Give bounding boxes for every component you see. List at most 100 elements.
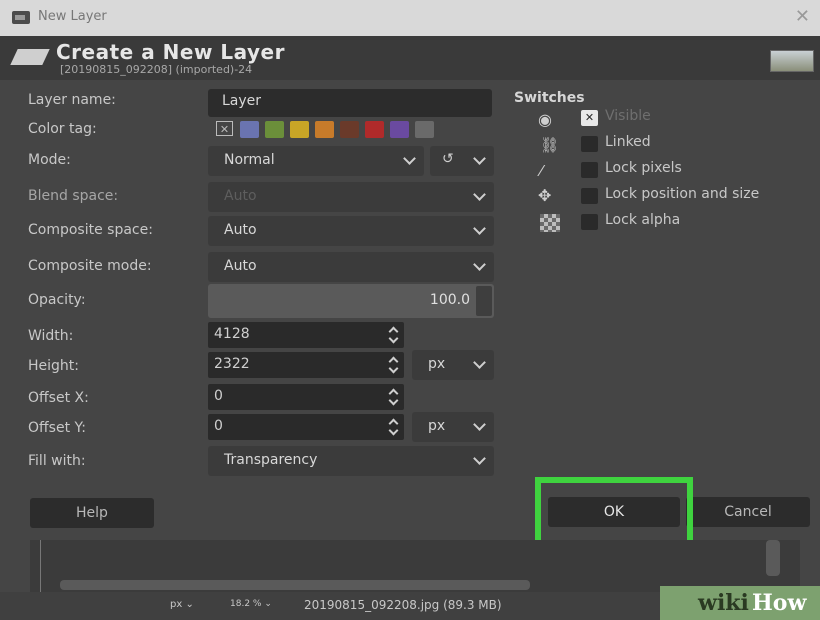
- window-title: New Layer: [38, 9, 107, 24]
- offset-y-label: Offset Y:: [28, 420, 86, 436]
- chevron-down-icon: [473, 356, 486, 369]
- composite-mode-value: Auto: [224, 258, 257, 274]
- spin-arrows-icon[interactable]: [476, 286, 492, 316]
- composite-mode-select[interactable]: Auto: [208, 252, 494, 282]
- mode-label: Mode:: [28, 152, 71, 168]
- offset-y-value: 0: [214, 418, 223, 434]
- layer-name-input[interactable]: Layer: [208, 89, 492, 117]
- lock-pixels-label: Lock pixels: [605, 160, 682, 176]
- watermark-how: How: [752, 590, 807, 616]
- opacity-label: Opacity:: [28, 292, 86, 308]
- height-value: 2322: [214, 356, 250, 372]
- chevron-down-icon: [473, 222, 486, 235]
- switches-heading: Switches: [514, 90, 585, 106]
- checkerboard-icon: [540, 214, 560, 232]
- color-tag-swatch[interactable]: [315, 121, 334, 138]
- unit-select[interactable]: px ⌄: [170, 599, 194, 610]
- lock-pixels-checkbox[interactable]: [581, 162, 598, 178]
- chevron-down-icon: [403, 152, 416, 165]
- chevron-down-icon: [473, 188, 486, 201]
- lock-alpha-checkbox[interactable]: [581, 214, 598, 230]
- cancel-button[interactable]: Cancel: [686, 497, 810, 527]
- reset-mode-icon: ↺: [442, 151, 454, 167]
- help-button[interactable]: Help: [30, 498, 154, 528]
- size-unit-value: px: [428, 356, 446, 372]
- zoom-select[interactable]: 18.2 % ⌄: [230, 599, 272, 609]
- image-thumbnail: [770, 50, 814, 72]
- width-label: Width:: [28, 328, 74, 344]
- width-value: 4128: [214, 326, 250, 342]
- fill-with-select[interactable]: Transparency: [208, 446, 494, 476]
- watermark-wiki: wiki: [698, 590, 749, 616]
- width-input[interactable]: 4128: [208, 322, 404, 348]
- composite-space-label: Composite space:: [28, 222, 153, 238]
- composite-mode-label: Composite mode:: [28, 258, 152, 274]
- color-tag-swatch[interactable]: [390, 121, 409, 138]
- visible-checkbox[interactable]: ✕: [581, 110, 598, 126]
- fill-with-label: Fill with:: [28, 453, 86, 469]
- color-tag-swatch[interactable]: [365, 121, 384, 138]
- color-tag-swatch[interactable]: [290, 121, 309, 138]
- fill-with-value: Transparency: [224, 452, 318, 468]
- offset-x-label: Offset X:: [28, 390, 89, 406]
- chain-icon: ⛓: [540, 136, 560, 154]
- chevron-down-icon: [473, 258, 486, 271]
- offset-unit-value: px: [428, 418, 446, 434]
- offset-y-input[interactable]: 0: [208, 414, 404, 440]
- new-layer-dialog: Create a New Layer [20190815_092208] (im…: [0, 36, 820, 620]
- window-titlebar: New Layer ✕: [0, 0, 820, 37]
- mode-value: Normal: [224, 152, 275, 168]
- blend-space-label: Blend space:: [28, 188, 119, 204]
- color-tag-label: Color tag:: [28, 121, 97, 137]
- opacity-value: 100.0: [429, 292, 470, 308]
- vertical-scrollbar[interactable]: [766, 540, 780, 576]
- offset-unit-select[interactable]: px: [412, 412, 494, 442]
- linked-label: Linked: [605, 134, 651, 150]
- close-icon[interactable]: ✕: [795, 6, 810, 27]
- offset-x-input[interactable]: 0: [208, 384, 404, 410]
- spin-arrows-icon[interactable]: [389, 387, 398, 407]
- color-tag-swatch[interactable]: [415, 121, 434, 138]
- chevron-down-icon: [473, 452, 486, 465]
- composite-space-select[interactable]: Auto: [208, 216, 494, 246]
- vertical-ruler: [40, 540, 55, 592]
- chevron-down-icon: [473, 418, 486, 431]
- color-tag-none[interactable]: ✕: [216, 121, 233, 136]
- eye-icon: ◉: [538, 110, 552, 129]
- height-label: Height:: [28, 358, 79, 374]
- mode-select[interactable]: Normal: [208, 146, 424, 176]
- spin-arrows-icon[interactable]: [389, 417, 398, 437]
- app-icon: [12, 11, 30, 24]
- opacity-slider[interactable]: 100.0: [208, 284, 494, 318]
- blend-space-value: Auto: [224, 188, 257, 204]
- file-info: 20190815_092208.jpg (89.3 MB): [304, 598, 502, 612]
- color-tag-swatch[interactable]: [240, 121, 259, 138]
- composite-space-value: Auto: [224, 222, 257, 238]
- layer-icon: [10, 49, 50, 65]
- visible-label: Visible: [605, 108, 651, 124]
- layer-name-label: Layer name:: [28, 92, 116, 108]
- spin-arrows-icon[interactable]: [389, 325, 398, 345]
- chevron-down-icon: [473, 152, 486, 165]
- size-unit-select[interactable]: px: [412, 350, 494, 380]
- color-tag-swatch[interactable]: [340, 121, 359, 138]
- spin-arrows-icon[interactable]: [389, 355, 398, 375]
- mode-group-select[interactable]: ↺: [430, 146, 494, 176]
- move-arrows-icon: ✥: [538, 186, 552, 205]
- offset-x-value: 0: [214, 388, 223, 404]
- lock-position-checkbox[interactable]: [581, 188, 598, 204]
- unit-value: px: [170, 599, 183, 610]
- linked-checkbox[interactable]: [581, 136, 598, 152]
- blend-space-select: Auto: [208, 182, 494, 212]
- dialog-title: Create a New Layer: [56, 40, 285, 64]
- wikihow-watermark: wiki How: [660, 586, 820, 620]
- lock-position-label: Lock position and size: [605, 186, 760, 202]
- color-tag-swatch[interactable]: [265, 121, 284, 138]
- zoom-value: 18.2 %: [230, 599, 262, 609]
- horizontal-scrollbar[interactable]: [60, 580, 530, 590]
- brush-icon: ⁄: [540, 162, 543, 180]
- height-input[interactable]: 2322: [208, 352, 404, 378]
- lock-alpha-label: Lock alpha: [605, 212, 681, 228]
- dialog-header: Create a New Layer [20190815_092208] (im…: [0, 36, 820, 80]
- dialog-subtitle: [20190815_092208] (imported)-24: [60, 63, 253, 76]
